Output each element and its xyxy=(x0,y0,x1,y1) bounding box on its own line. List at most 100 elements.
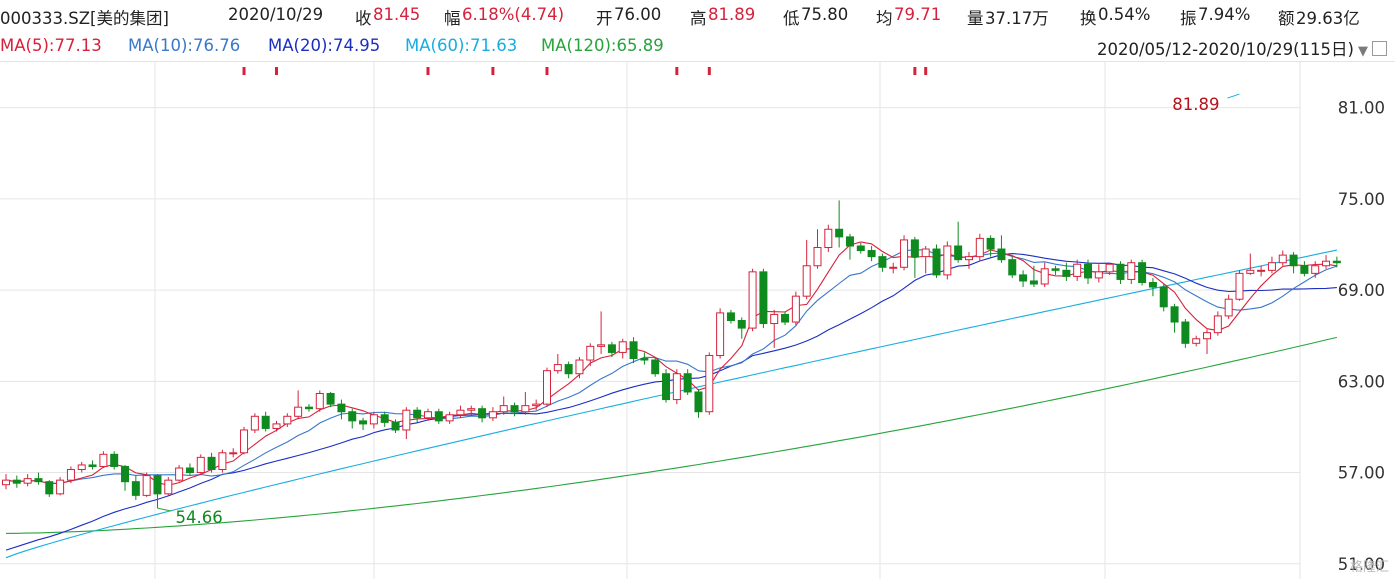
open-label: 开 xyxy=(596,9,613,28)
candle-body xyxy=(1127,262,1136,280)
candle-body xyxy=(1235,272,1244,300)
candle-body xyxy=(88,464,97,467)
candle-body xyxy=(1257,269,1266,272)
candle-body xyxy=(597,344,606,347)
candle-body xyxy=(434,411,443,422)
candle-body xyxy=(1116,263,1125,280)
candle-body xyxy=(99,453,108,467)
candle-body xyxy=(1051,268,1060,271)
candle-body xyxy=(294,406,303,417)
candle-body xyxy=(510,405,519,413)
candle-body xyxy=(1203,332,1212,340)
candle-body xyxy=(1224,298,1233,317)
low-pointer xyxy=(157,507,172,512)
candle-body xyxy=(34,478,43,483)
candle-body xyxy=(921,248,930,258)
candle-body xyxy=(413,409,422,419)
candle-body xyxy=(726,312,735,322)
candle-body xyxy=(315,392,324,410)
candle-body xyxy=(1311,265,1320,274)
candle-body xyxy=(207,456,216,471)
candle-body xyxy=(878,256,887,268)
ma60-legend[interactable]: MA(60):71.63 xyxy=(405,36,517,55)
candle-body xyxy=(229,452,238,455)
ma20-legend[interactable]: MA(20):74.95 xyxy=(268,36,380,55)
watermark-text: 格隆汇 xyxy=(1349,560,1389,575)
candle-body xyxy=(1040,268,1049,285)
y-tick-label: 81.00 xyxy=(1338,99,1385,118)
candle-body xyxy=(553,364,562,372)
candle-body xyxy=(716,312,725,356)
candle-body xyxy=(380,414,389,423)
candlestick-chart[interactable]: 81.0075.0069.0063.0057.0051.0081.8954.66 xyxy=(0,62,1395,579)
date-range-label: 2020/05/12-2020/10/29(115日) xyxy=(1096,40,1354,59)
candle-body xyxy=(402,409,411,431)
event-marker xyxy=(275,67,278,75)
candle-body xyxy=(1073,263,1082,277)
candle-body xyxy=(326,392,335,405)
candle-body xyxy=(1159,286,1168,308)
candle-body xyxy=(2,479,10,486)
candle-body xyxy=(1278,254,1287,264)
turnover-value: 0.54% xyxy=(1098,5,1151,24)
candle-body xyxy=(1084,263,1092,279)
ma10-line xyxy=(5,249,1338,485)
candle-body xyxy=(748,271,757,329)
y-tick-label: 57.00 xyxy=(1338,464,1385,483)
candle-body xyxy=(975,237,984,258)
candle-body xyxy=(618,341,627,353)
watermark-logo: 格隆汇 xyxy=(1350,556,1389,575)
avg-label: 均 xyxy=(876,9,893,28)
candle-body xyxy=(770,313,779,325)
candle-body xyxy=(142,475,151,496)
candle-body xyxy=(164,479,173,495)
turnover-label: 换 xyxy=(1080,9,1097,28)
high-annotation: 81.89 xyxy=(1172,95,1219,114)
change-label: 幅 xyxy=(444,9,461,28)
candle-body xyxy=(121,465,130,483)
candle-body xyxy=(240,429,249,454)
candle-body xyxy=(672,373,681,401)
ma120-legend[interactable]: MA(120):65.89 xyxy=(541,36,664,55)
ma10-legend[interactable]: MA(10):76.76 xyxy=(128,36,240,55)
candle-body xyxy=(683,373,692,393)
close-value: 81.45 xyxy=(373,5,421,24)
event-marker xyxy=(913,67,917,75)
candle-body xyxy=(45,481,54,495)
volume-value: 37.17万 xyxy=(985,9,1049,28)
square-icon[interactable] xyxy=(1372,41,1387,56)
candle-body xyxy=(943,245,952,276)
candle-body xyxy=(478,408,487,419)
candle-body xyxy=(185,467,194,474)
open-value: 76.00 xyxy=(614,5,662,24)
ma5-legend[interactable]: MA(5):77.13 xyxy=(0,36,102,55)
candle-body xyxy=(131,481,140,496)
candle-body xyxy=(932,248,941,276)
candle-body xyxy=(1300,265,1309,274)
candle-body xyxy=(1322,260,1331,267)
y-tick-label: 69.00 xyxy=(1338,281,1385,300)
candle-body xyxy=(586,345,595,361)
candle-body xyxy=(521,405,530,413)
candle-body xyxy=(651,359,660,375)
candle-body xyxy=(1094,271,1103,279)
candle-body xyxy=(889,266,898,269)
date-range-selector[interactable]: 2020/05/12-2020/10/29(115日) ▼ xyxy=(1097,36,1387,60)
candle-body xyxy=(532,403,541,407)
candle-body xyxy=(348,411,357,422)
candle-body xyxy=(175,467,184,481)
candle-body xyxy=(1170,306,1179,323)
candle-body xyxy=(66,469,75,481)
candle-body xyxy=(759,271,768,325)
candle-body xyxy=(1213,315,1222,334)
candle-body xyxy=(337,403,346,413)
candle-body xyxy=(261,415,270,429)
candle-body xyxy=(835,228,844,238)
candle-body xyxy=(856,245,865,252)
stock-code[interactable]: 000333.SZ[美的集团] xyxy=(0,5,169,29)
event-marker xyxy=(426,67,430,75)
triangle-down-icon[interactable]: ▼ xyxy=(1358,44,1368,59)
candle-body xyxy=(1332,260,1341,264)
candle-body xyxy=(488,411,497,419)
candle-body xyxy=(1246,269,1255,274)
